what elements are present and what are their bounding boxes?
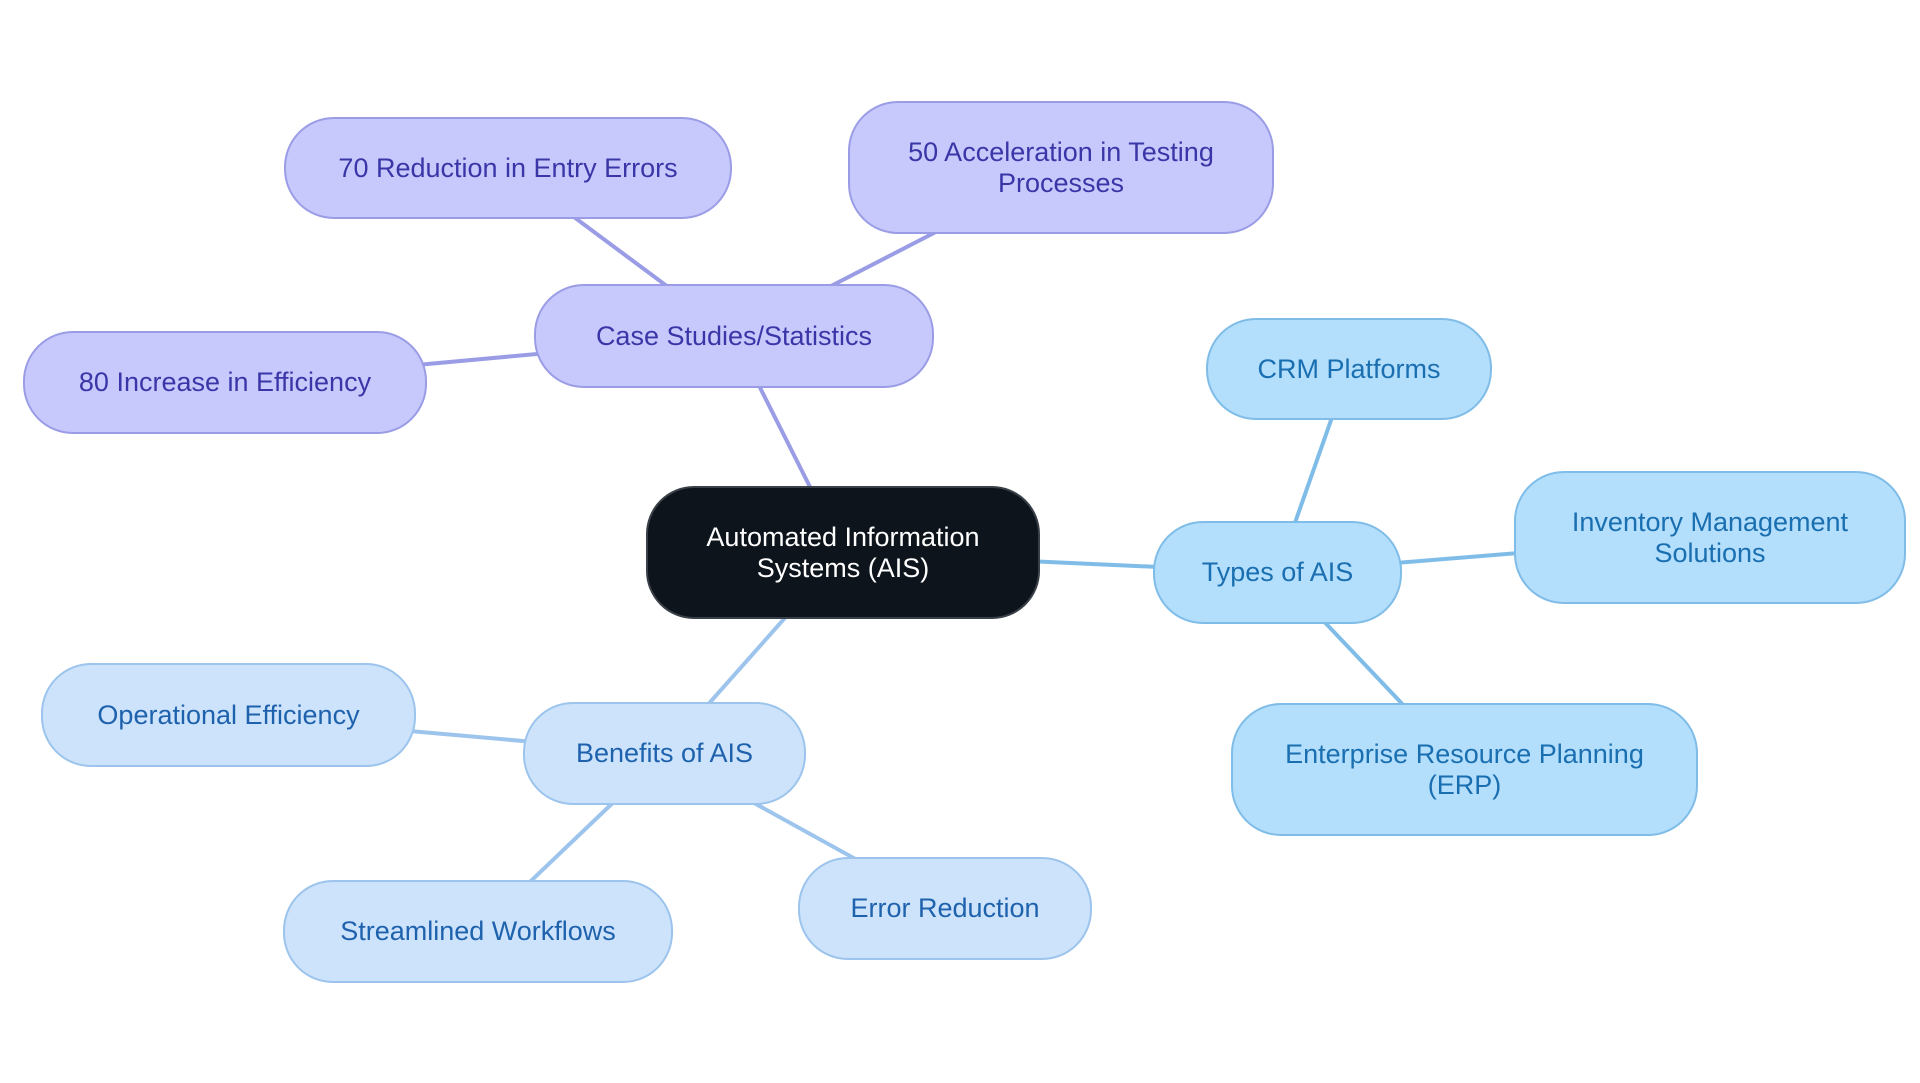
leaf-node-operational-efficiency[interactable]: Operational Efficiency: [41, 663, 416, 767]
leaf-node-entry-errors[interactable]: 70 Reduction in Entry Errors: [284, 117, 732, 219]
branch-node-case-studies[interactable]: Case Studies/Statistics: [534, 284, 934, 388]
leaf-node-erp[interactable]: Enterprise Resource Planning (ERP): [1231, 703, 1698, 836]
leaf-node-testing-acceleration[interactable]: 50 Acceleration in Testing Processes: [848, 101, 1274, 234]
branch-node-benefits[interactable]: Benefits of AIS: [523, 702, 806, 805]
root-node[interactable]: Automated Information Systems (AIS): [646, 486, 1040, 619]
branch-node-types[interactable]: Types of AIS: [1153, 521, 1402, 624]
leaf-node-error-reduction[interactable]: Error Reduction: [798, 857, 1092, 960]
leaf-node-streamlined-workflows[interactable]: Streamlined Workflows: [283, 880, 673, 983]
leaf-node-efficiency-increase[interactable]: 80 Increase in Efficiency: [23, 331, 427, 434]
leaf-node-inventory[interactable]: Inventory Management Solutions: [1514, 471, 1906, 604]
leaf-node-crm[interactable]: CRM Platforms: [1206, 318, 1492, 420]
